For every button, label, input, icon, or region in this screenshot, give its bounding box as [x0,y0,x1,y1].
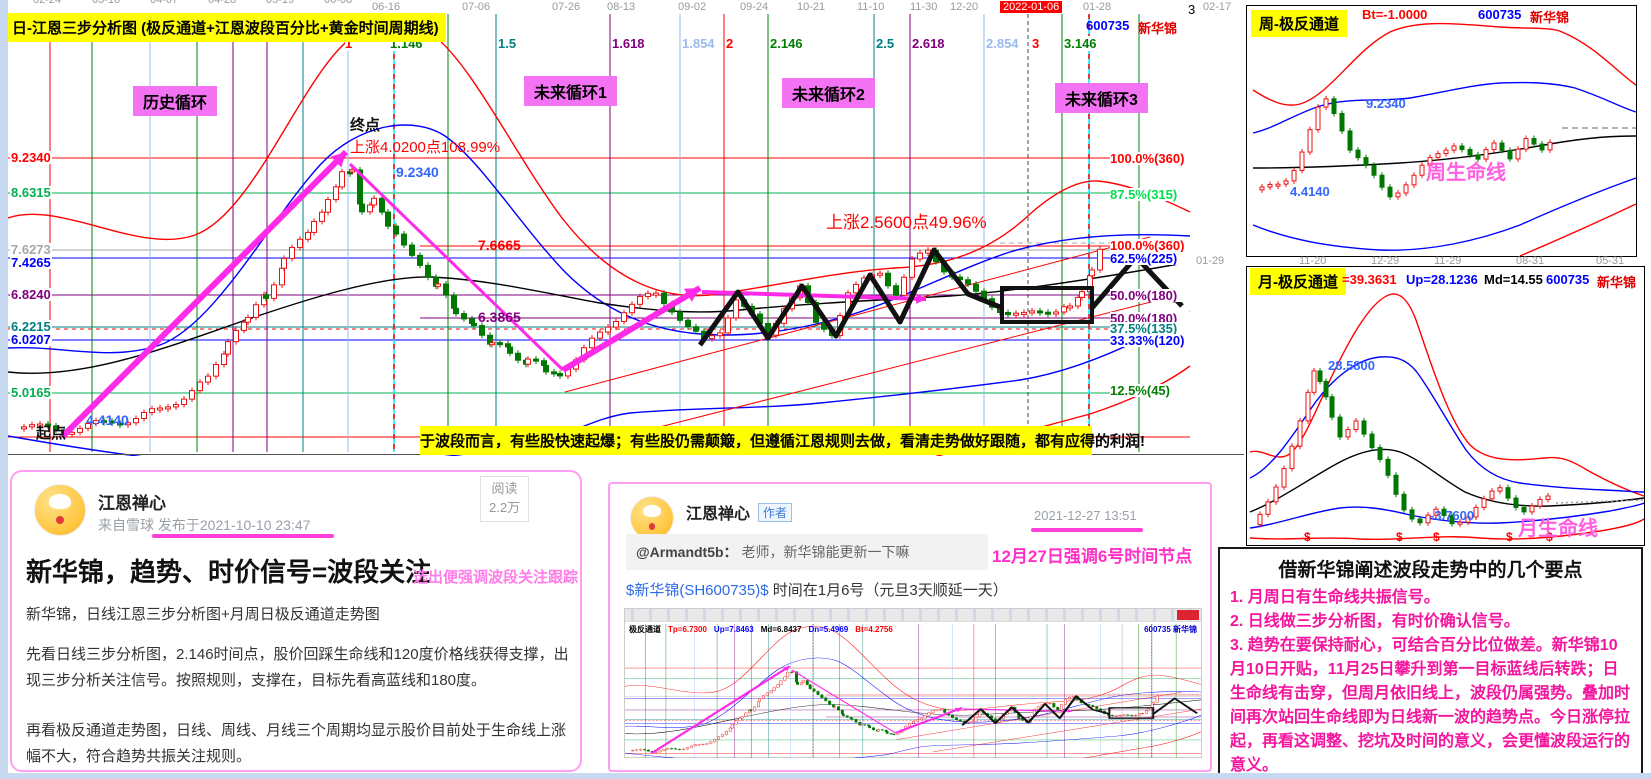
post-middle-date-underline [1031,528,1143,532]
daily-chart-title: 日-江恩三步分析图 (极反通道+江恩波段百分比+黄金时间周期线) [5,13,446,42]
read-count-label: 阅读 [489,480,520,499]
post-middle-body: $新华锦(SH600735)$ 时间在1月6号（元旦3天顺延一天） [626,578,1198,604]
page-edge-strip-left [0,0,8,779]
post-left-meta: 来自雪球 发布于2021-10-10 23:47 [98,515,310,535]
weekly-lifeline-label: 周生命线 [1426,156,1506,185]
weekly-stock-name: 新华锦 [1530,7,1569,26]
post-middle-username[interactable]: 江恩禅心作者 [686,500,792,524]
monthly-title: 月-极反通道 [1250,268,1346,295]
monthly-high-label: 28.5800 [1328,358,1375,373]
weekly-title: 周-极反通道 [1251,10,1347,37]
post-left-paragraph-2: 先看日线三步分析图，2.146时间点，股价回踩生命线和120度价格线获得支撑，出… [26,642,570,693]
pink-note-annotation: 选出便强调波段关注跟踪 [413,566,578,587]
post-middle-body-text: 时间在1月6号（元旦3天顺延一天） [769,582,1008,599]
embedded-chart-image[interactable]: 极反通道 Tp=6.7300 Up=7.8463 Md=6.8437 Dn=5.4969… [624,608,1202,758]
mini-chart-symbol: 600735 新华锦 [1144,624,1197,635]
weekly-high-label: 9.2340 [1366,96,1406,111]
weekly-low-label: 4.4140 [1290,184,1330,199]
mini-header-value: Up=7.8463 [714,625,754,634]
stock-link[interactable]: $新华锦(SH600735)$ [626,582,769,599]
post-middle-date: 2021-12-27 13:51 [1034,508,1137,523]
quoted-text: 老师，新华锦能更新一下嘛 [738,544,910,560]
daily-stock-name: 新华锦 [1138,18,1177,37]
mini-chart-header: 极反通道 Tp=6.7300 Up=7.8463 Md=6.8437 Dn=5.4969… [629,624,900,635]
post-left: 江恩禅心 来自雪球 发布于2021-10-10 23:47 阅读 2.2万 新华… [10,470,582,772]
screenshot-root: 02-2403-1604-0704-2805-1906-0806-1607-06… [0,0,1651,779]
quoted-comment: @Armandt5b： 老师，新华锦能更新一下嘛 [626,534,988,570]
mini-header-value: Tp=6.7300 [668,625,707,634]
post-left-paragraph-1: 新华锦，日线江恩三步分析图+月周日极反通道走势图 [26,602,570,628]
weekly-corner-label: 3 [1188,2,1195,17]
monthly-panel [1246,266,1645,546]
monthly-stock-name: 新华锦 [1597,272,1636,291]
mini-header-value: 极反通道 [629,625,661,634]
mini-header-value: Bt=4.2756 [855,625,893,634]
mini-header-value: Md=6.8437 [761,625,802,634]
weekly-symbol: 600735 [1478,7,1521,22]
daily-chart-canvas [8,0,1244,456]
post-left-avatar[interactable] [34,484,86,536]
mini-chart-canvas [625,624,1201,758]
author-badge: 作者 [758,503,792,522]
quoted-user[interactable]: @Armandt5b： [636,544,738,560]
key-point-3: 3. 趋势在要保持耐心，可结合百分比位做差。新华锦10月10日开贴，11月25日… [1230,634,1631,778]
weekly-bt-value: Bt=-1.0000 [1362,7,1427,22]
post-left-username[interactable]: 江恩禅心 [98,489,166,514]
monthly-lifeline-label: 月生命线 [1518,512,1598,541]
key-points-panel: 借新华锦阐述波段走势中的几个要点 1. 月周日有生命线共振信号。 2. 日线做三… [1218,547,1643,775]
post-middle-username-text: 江恩禅心 [686,506,750,523]
monthly-symbol: 600735 [1546,272,1589,287]
monthly-tp-value: =39.3631 [1342,272,1397,287]
post-left-paragraph-3: 再看极反通道走势图，日线、周线、月线三个周期均显示股价目前处于生命线上涨幅不大，… [26,718,570,769]
key-point-2: 2. 日线做三步分析图，有时价确认信号。 [1230,610,1631,634]
weekly-panel [1246,5,1637,257]
mini-header-value: Dn=5.4969 [808,625,848,634]
highlight-annotation: 12月27日强调6号时间节点 [992,542,1192,567]
daily-banner-note: 于波段而言，有些股快速起爆；有些股仍需颠簸，但遵循江恩规则去做，看清走势做好跟随… [420,426,1092,455]
post-left-date-underline [152,534,334,538]
monthly-md-value: Md=14.55 [1484,272,1543,287]
post-left-title[interactable]: 新华锦，趋势、时价信号=波段关注 [26,552,431,589]
monthly-low-label: -3.7600 [1430,508,1474,523]
read-count-value: 2.2万 [489,499,520,518]
post-left-read-count: 阅读 2.2万 [480,476,529,522]
mini-chart-toolbar [625,609,1201,622]
monthly-up-value: Up=28.1236 [1406,272,1478,287]
page-edge-strip-bottom [0,773,1651,779]
daily-symbol: 600735 [1086,18,1129,33]
key-point-1: 1. 月周日有生命线共振信号。 [1230,586,1631,610]
post-middle: 江恩禅心作者 2021-12-27 13:51 @Armandt5b： 老师，新… [608,482,1212,772]
key-points-title: 借新华锦阐述波段走势中的几个要点 [1230,555,1631,582]
